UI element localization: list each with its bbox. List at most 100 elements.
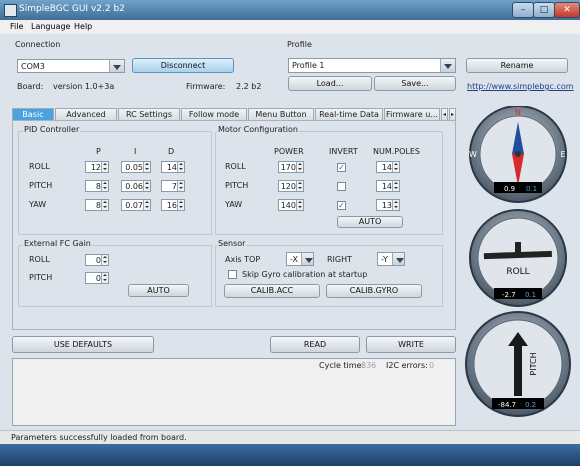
tab-firmware-update[interactable]: Firmware u... [384, 108, 440, 120]
compass-value-a: 0.9 [504, 185, 515, 193]
tab-rc-settings[interactable]: RC Settings [118, 108, 180, 120]
right-axis-select[interactable]: -Y [377, 252, 405, 266]
axis-top-select[interactable]: -X [286, 252, 314, 266]
spinner-value: 14 [381, 163, 392, 172]
roll-value-b: 0.1 [525, 291, 536, 299]
spinner-arrows-icon[interactable] [392, 200, 399, 210]
yaw-i-spinner[interactable]: 0.07 [121, 199, 151, 211]
spinner-arrows-icon[interactable] [101, 200, 108, 210]
load-button[interactable]: Load... [288, 76, 372, 91]
log-console: Cycle time: 836 I2C errors: 0 [12, 358, 456, 426]
main-area: Connection COM3 Disconnect Board: versio… [0, 34, 580, 445]
connection-section-label: Connection [15, 40, 61, 49]
spinner-arrows-icon[interactable] [143, 181, 150, 191]
read-button[interactable]: READ [270, 336, 360, 353]
status-message: Parameters successfully loaded from boar… [11, 433, 187, 442]
spinner-arrows-icon[interactable] [296, 162, 303, 172]
tab-scroll-left-icon[interactable]: ◂ [441, 108, 448, 120]
yaw-invert-checkbox[interactable]: ✓ [337, 201, 346, 210]
spinner-arrows-icon[interactable] [177, 181, 184, 191]
extfc-pitch-spinner[interactable]: 0 [85, 272, 109, 284]
pitch-i-spinner[interactable]: 0.06 [121, 180, 151, 192]
profile-select[interactable]: Profile 1 [288, 58, 456, 73]
save-button[interactable]: Save... [374, 76, 456, 91]
pitch-d-spinner[interactable]: 7 [161, 180, 185, 192]
yaw-p-spinner[interactable]: 8 [85, 199, 109, 211]
roll-i-spinner[interactable]: 0.05 [121, 161, 151, 173]
pid-header-i: I [134, 147, 137, 156]
spinner-arrows-icon[interactable] [143, 162, 150, 172]
window-title: SimpleBGC GUI v2.2 b2 [19, 4, 125, 14]
i2c-errors-label: I2C errors: [386, 361, 428, 370]
pid-header-d: D [168, 147, 175, 156]
roll-d-spinner[interactable]: 14 [161, 161, 185, 173]
pitch-invert-checkbox[interactable] [337, 182, 346, 191]
spinner-arrows-icon[interactable] [143, 200, 150, 210]
spinner-arrows-icon[interactable] [101, 273, 108, 283]
menu-language[interactable]: Language [31, 22, 70, 31]
spinner-arrows-icon[interactable] [101, 181, 108, 191]
firmware-value: 2.2 b2 [236, 82, 262, 91]
spinner-arrows-icon[interactable] [392, 181, 399, 191]
pitch-p-spinner[interactable]: 8 [85, 180, 109, 192]
motor-auto-button[interactable]: AUTO [337, 216, 403, 228]
gauge-panel: N W E 0.9 0.1 ROLL -2.7 0.1 PITCH -84.7 … [465, 106, 571, 417]
close-button[interactable]: ✕ [554, 2, 580, 18]
roll-p-spinner[interactable]: 12 [85, 161, 109, 173]
use-defaults-button[interactable]: USE DEFAULTS [12, 336, 154, 353]
tab-menu-button[interactable]: Menu Button [248, 108, 314, 120]
motor-header-invert: INVERT [329, 147, 358, 156]
extfc-roll-spinner[interactable]: 0 [85, 254, 109, 266]
website-link[interactable]: http://www.simplebgc.com [467, 82, 574, 91]
spinner-arrows-icon[interactable] [296, 200, 303, 210]
spinner-value: 140 [280, 201, 296, 210]
compass-n-label: N [515, 108, 521, 117]
spinner-arrows-icon[interactable] [177, 200, 184, 210]
pitch-power-spinner[interactable]: 120 [278, 180, 304, 192]
motor-row-label: YAW [225, 200, 243, 209]
pid-group-title: PID Controller [23, 125, 81, 134]
skip-gyro-checkbox[interactable] [228, 270, 237, 279]
spinner-value: 170 [280, 163, 296, 172]
rename-button[interactable]: Rename [466, 58, 568, 73]
spinner-value: 120 [280, 182, 296, 191]
title-bar[interactable]: SimpleBGC GUI v2.2 b2 – □ ✕ [0, 0, 580, 20]
menu-help[interactable]: Help [74, 22, 92, 31]
spinner-value: 13 [381, 201, 392, 210]
calib-gyro-button[interactable]: CALIB.GYRO [326, 284, 422, 298]
roll-poles-spinner[interactable]: 14 [376, 161, 400, 173]
pitch-poles-spinner[interactable]: 14 [376, 180, 400, 192]
spinner-arrows-icon[interactable] [101, 255, 108, 265]
spinner-value: 0.07 [125, 201, 143, 210]
port-value: COM3 [21, 62, 45, 71]
yaw-d-spinner[interactable]: 16 [161, 199, 185, 211]
spinner-arrows-icon[interactable] [101, 162, 108, 172]
tab-follow-mode[interactable]: Follow mode [181, 108, 247, 120]
chevron-down-icon [440, 59, 455, 72]
disconnect-button[interactable]: Disconnect [132, 58, 234, 73]
yaw-poles-spinner[interactable]: 13 [376, 199, 400, 211]
write-button[interactable]: WRITE [366, 336, 456, 353]
spinner-arrows-icon[interactable] [296, 181, 303, 191]
spinner-arrows-icon[interactable] [392, 162, 399, 172]
port-select[interactable]: COM3 [17, 59, 125, 73]
tab-advanced[interactable]: Advanced [55, 108, 117, 120]
chevron-down-icon [109, 60, 124, 72]
roll-invert-checkbox[interactable]: ✓ [337, 163, 346, 172]
taskbar [0, 444, 580, 466]
tab-realtime-data[interactable]: Real-time Data [315, 108, 383, 120]
spinner-arrows-icon[interactable] [177, 162, 184, 172]
extfc-auto-button[interactable]: AUTO [128, 284, 189, 297]
minimize-button[interactable]: – [512, 2, 534, 18]
roll-power-spinner[interactable]: 170 [278, 161, 304, 173]
app-icon [4, 4, 17, 17]
menu-file[interactable]: File [10, 22, 23, 31]
motor-header-power: POWER [274, 147, 304, 156]
basic-tab-panel: PID Controller P I D ROLL 12 0.05 14 PIT… [12, 120, 456, 330]
calib-acc-button[interactable]: CALIB.ACC [224, 284, 320, 298]
yaw-power-spinner[interactable]: 140 [278, 199, 304, 211]
compass-e-label: E [560, 150, 565, 159]
maximize-button[interactable]: □ [533, 2, 555, 18]
tab-scroll-right-icon[interactable]: ▸ [449, 108, 456, 120]
motor-header-poles: NUM.POLES [373, 147, 420, 156]
